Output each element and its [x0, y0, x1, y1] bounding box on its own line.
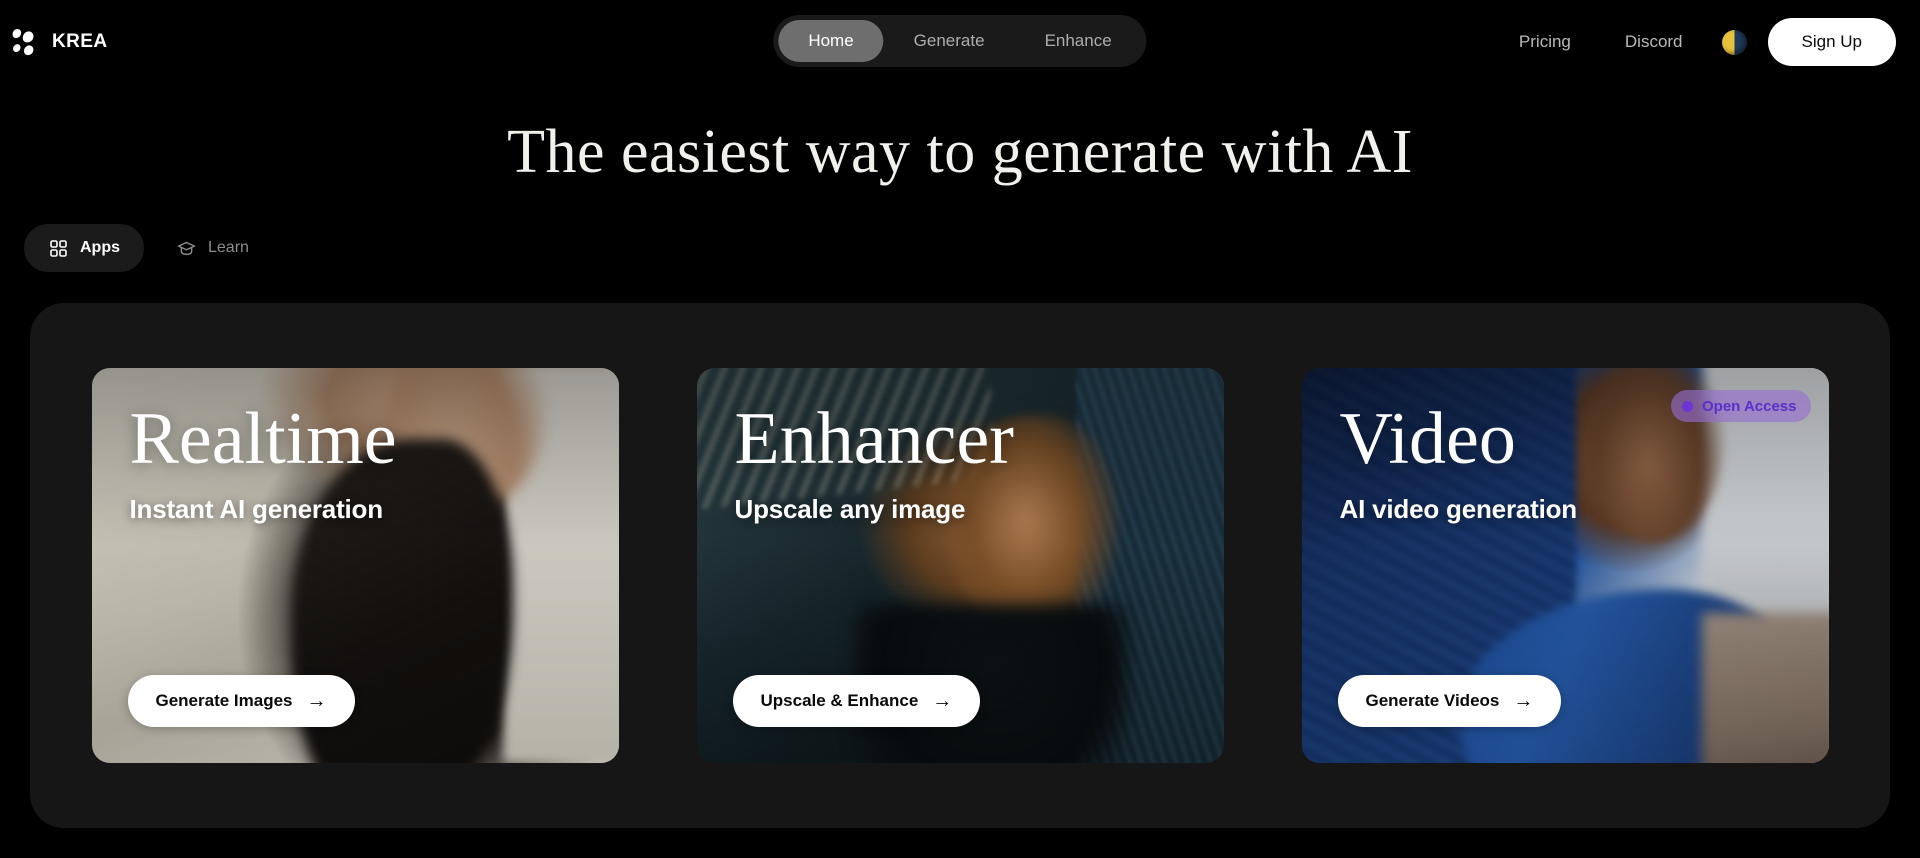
primary-nav: Home Generate Enhance	[773, 15, 1147, 67]
app-card-video[interactable]: Open Access Video AI video generation Ge…	[1301, 368, 1829, 763]
page-title: The easiest way to generate with AI	[507, 118, 1413, 186]
moon-icon	[1722, 29, 1748, 55]
card-title: Realtime	[129, 398, 397, 480]
grid-icon	[48, 238, 68, 258]
card-title: Video	[1339, 398, 1516, 480]
generate-images-button[interactable]: Generate Images →	[127, 675, 355, 727]
tab-learn[interactable]: Learn	[152, 224, 273, 272]
arrow-right-icon: →	[306, 690, 327, 712]
nav-item-generate[interactable]: Generate	[884, 20, 1015, 62]
nav-item-enhance[interactable]: Enhance	[1015, 20, 1142, 62]
tab-apps-label: Apps	[80, 239, 120, 256]
brand-name: KREA	[52, 31, 108, 52]
status-badge: Open Access	[1671, 390, 1811, 422]
sign-up-button[interactable]: Sign Up	[1767, 18, 1896, 66]
brand-logo[interactable]: KREA	[12, 0, 107, 84]
section-tabs: Apps Learn	[24, 224, 273, 272]
app-card-realtime[interactable]: Realtime Instant AI generation Generate …	[91, 368, 619, 763]
nav-item-home[interactable]: Home	[778, 20, 884, 62]
app-card-list: Realtime Instant AI generation Generate …	[30, 303, 1890, 828]
theme-toggle-button[interactable]	[1718, 25, 1752, 59]
card-cta-label: Generate Videos	[1365, 691, 1500, 710]
nav-link-pricing[interactable]: Pricing	[1492, 32, 1598, 52]
card-cta-label: Generate Images	[155, 691, 293, 710]
card-subtitle: Upscale any image	[734, 494, 966, 524]
krea-logo-icon	[12, 28, 38, 56]
card-subtitle: Instant AI generation	[129, 494, 384, 524]
secondary-nav: Pricing Discord Sign Up	[1492, 0, 1896, 84]
arrow-right-icon: →	[1513, 690, 1534, 712]
top-navigation-bar: KREA Home Generate Enhance Pricing Disco…	[0, 0, 1920, 84]
badge-dot-icon	[1682, 400, 1693, 412]
apps-panel: Realtime Instant AI generation Generate …	[30, 303, 1890, 828]
badge-label: Open Access	[1702, 397, 1797, 415]
card-cta-label: Upscale & Enhance	[760, 691, 919, 710]
app-card-enhancer[interactable]: Enhancer Upscale any image Upscale & Enh…	[696, 368, 1224, 763]
card-title: Enhancer	[734, 398, 1014, 480]
generate-videos-button[interactable]: Generate Videos →	[1337, 675, 1562, 727]
arrow-right-icon: →	[932, 690, 953, 712]
tab-learn-label: Learn	[208, 239, 249, 256]
upscale-enhance-button[interactable]: Upscale & Enhance →	[732, 675, 981, 727]
tab-apps[interactable]: Apps	[24, 224, 144, 272]
card-subtitle: AI video generation	[1339, 494, 1578, 524]
nav-link-discord[interactable]: Discord	[1598, 32, 1710, 52]
graduation-cap-icon	[176, 238, 196, 258]
